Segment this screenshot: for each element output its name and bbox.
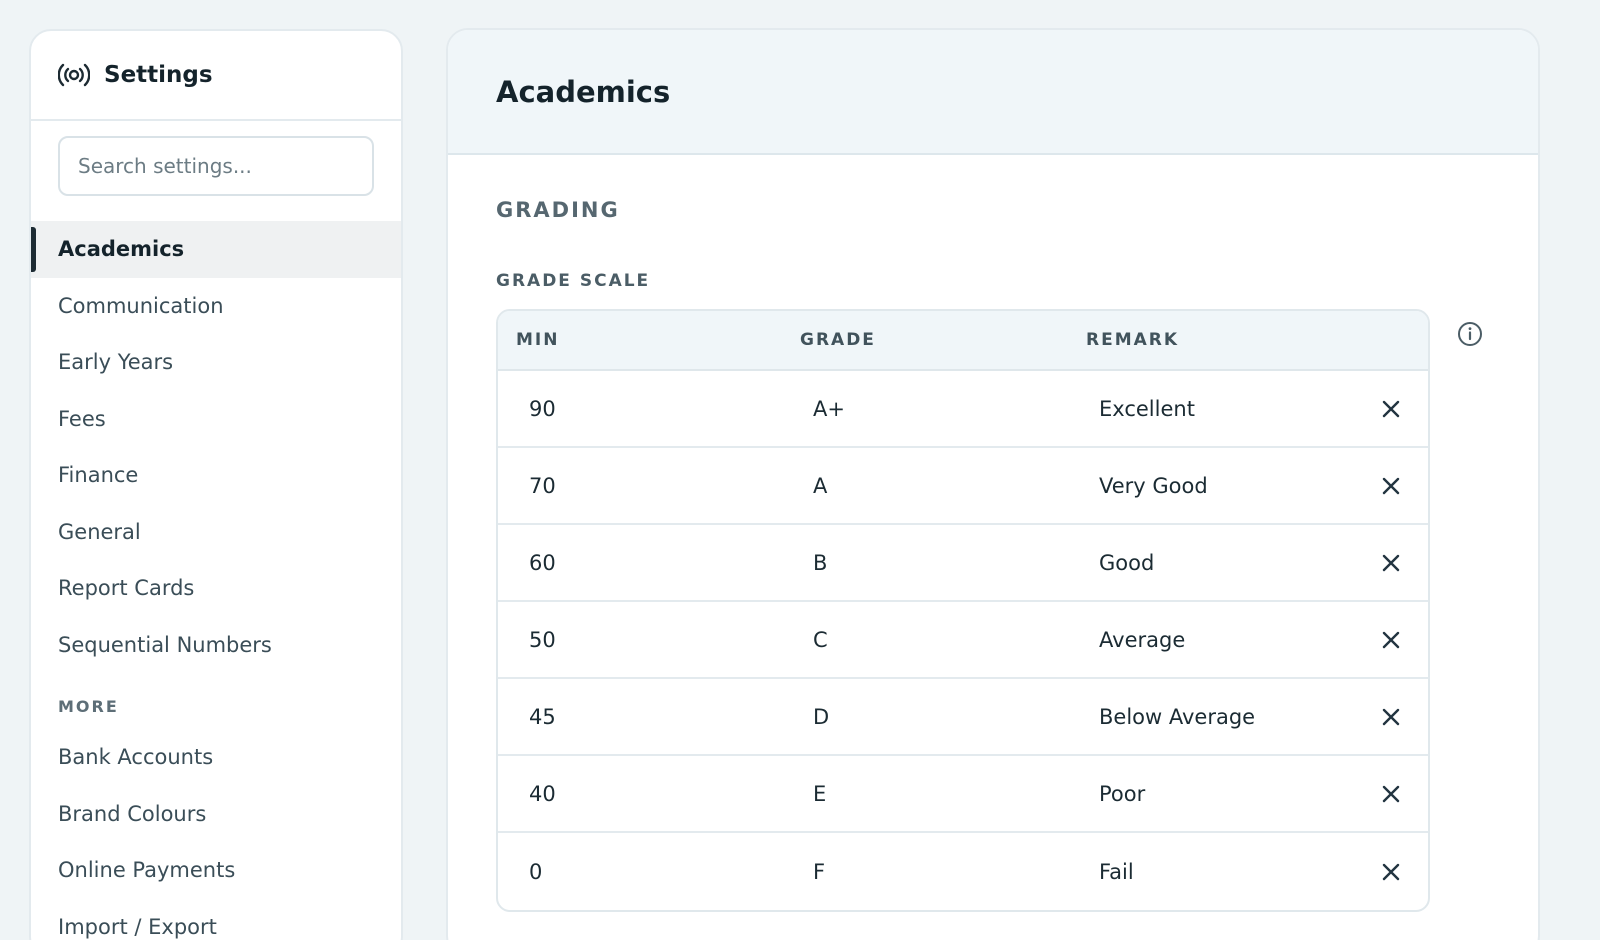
table-row: 90 A+ Excellent bbox=[498, 371, 1428, 448]
min-cell[interactable]: 0 bbox=[529, 860, 542, 884]
settings-page: Settings Academics Communication Early Y… bbox=[0, 0, 1600, 940]
table-row: 50 C Average bbox=[498, 602, 1428, 679]
grade-cell[interactable]: E bbox=[813, 782, 826, 806]
sidebar-item-fees[interactable]: Fees bbox=[31, 391, 401, 448]
close-icon bbox=[1382, 708, 1400, 725]
nav-section-more: MORE bbox=[58, 696, 119, 716]
grade-cell[interactable]: A+ bbox=[813, 397, 845, 421]
remove-row-button[interactable] bbox=[1378, 781, 1404, 807]
main-header: Academics bbox=[448, 30, 1538, 155]
table-row: 45 D Below Average bbox=[498, 679, 1428, 756]
settings-nav: Academics Communication Early Years Fees… bbox=[31, 221, 401, 940]
sidebar-item-report-cards[interactable]: Report Cards bbox=[31, 560, 401, 617]
min-cell[interactable]: 45 bbox=[529, 705, 556, 729]
sidebar-item-early-years[interactable]: Early Years bbox=[31, 334, 401, 391]
table-row: 40 E Poor bbox=[498, 756, 1428, 833]
settings-main-panel: Academics GRADING GRADE SCALE MIN GRADE … bbox=[446, 28, 1540, 940]
min-cell[interactable]: 50 bbox=[529, 628, 556, 652]
remove-row-button[interactable] bbox=[1378, 473, 1404, 499]
min-cell[interactable]: 70 bbox=[529, 474, 556, 498]
table-row: 60 B Good bbox=[498, 525, 1428, 602]
remark-cell[interactable]: Good bbox=[1099, 551, 1154, 575]
column-header-remark: REMARK bbox=[1086, 330, 1180, 350]
sidebar-header: Settings bbox=[31, 31, 401, 121]
sidebar-item-import-export[interactable]: Import / Export bbox=[31, 899, 401, 940]
grade-cell[interactable]: B bbox=[813, 551, 827, 575]
grade-cell[interactable]: A bbox=[813, 474, 827, 498]
table-header: MIN GRADE REMARK bbox=[498, 311, 1428, 371]
sidebar-title: Settings bbox=[104, 62, 213, 88]
sidebar-item-brand-colours[interactable]: Brand Colours bbox=[31, 786, 401, 843]
sidebar-item-finance[interactable]: Finance bbox=[31, 447, 401, 504]
remove-row-button[interactable] bbox=[1378, 396, 1404, 422]
grade-cell[interactable]: F bbox=[813, 860, 825, 884]
info-icon[interactable] bbox=[1456, 320, 1484, 348]
remark-cell[interactable]: Average bbox=[1099, 628, 1185, 652]
grade-cell[interactable]: D bbox=[813, 705, 829, 729]
broadcast-icon bbox=[58, 63, 90, 87]
remark-cell[interactable]: Very Good bbox=[1099, 474, 1208, 498]
page-title: Academics bbox=[496, 74, 671, 109]
min-cell[interactable]: 40 bbox=[529, 782, 556, 806]
section-title-grading: GRADING bbox=[496, 198, 620, 222]
sidebar-item-bank-accounts[interactable]: Bank Accounts bbox=[31, 729, 401, 786]
sidebar-item-general[interactable]: General bbox=[31, 504, 401, 561]
close-icon bbox=[1382, 863, 1400, 880]
remove-row-button[interactable] bbox=[1378, 550, 1404, 576]
subsection-title-grade-scale: GRADE SCALE bbox=[496, 271, 651, 291]
min-cell[interactable]: 60 bbox=[529, 551, 556, 575]
settings-sidebar: Settings Academics Communication Early Y… bbox=[29, 29, 403, 940]
sidebar-item-online-payments[interactable]: Online Payments bbox=[31, 842, 401, 899]
close-icon bbox=[1382, 554, 1400, 571]
table-row: 0 F Fail bbox=[498, 833, 1428, 910]
close-icon bbox=[1382, 631, 1400, 648]
search-container bbox=[31, 121, 401, 219]
sidebar-item-academics[interactable]: Academics bbox=[31, 221, 401, 278]
sidebar-item-communication[interactable]: Communication bbox=[31, 278, 401, 335]
remove-row-button[interactable] bbox=[1378, 627, 1404, 653]
grade-cell[interactable]: C bbox=[813, 628, 828, 652]
remark-cell[interactable]: Below Average bbox=[1099, 705, 1255, 729]
close-icon bbox=[1382, 400, 1400, 417]
remove-row-button[interactable] bbox=[1378, 859, 1404, 885]
grade-scale-table: MIN GRADE REMARK 90 A+ Excellent 70 A Ve… bbox=[496, 309, 1430, 912]
close-icon bbox=[1382, 785, 1400, 802]
close-icon bbox=[1382, 477, 1400, 494]
column-header-grade: GRADE bbox=[800, 330, 876, 350]
table-row: 70 A Very Good bbox=[498, 448, 1428, 525]
search-input[interactable] bbox=[58, 136, 374, 196]
column-header-min: MIN bbox=[516, 330, 560, 350]
min-cell[interactable]: 90 bbox=[529, 397, 556, 421]
sidebar-item-sequential-numbers[interactable]: Sequential Numbers bbox=[31, 617, 401, 674]
remark-cell[interactable]: Poor bbox=[1099, 782, 1145, 806]
remove-row-button[interactable] bbox=[1378, 704, 1404, 730]
remark-cell[interactable]: Excellent bbox=[1099, 397, 1195, 421]
remark-cell[interactable]: Fail bbox=[1099, 860, 1134, 884]
